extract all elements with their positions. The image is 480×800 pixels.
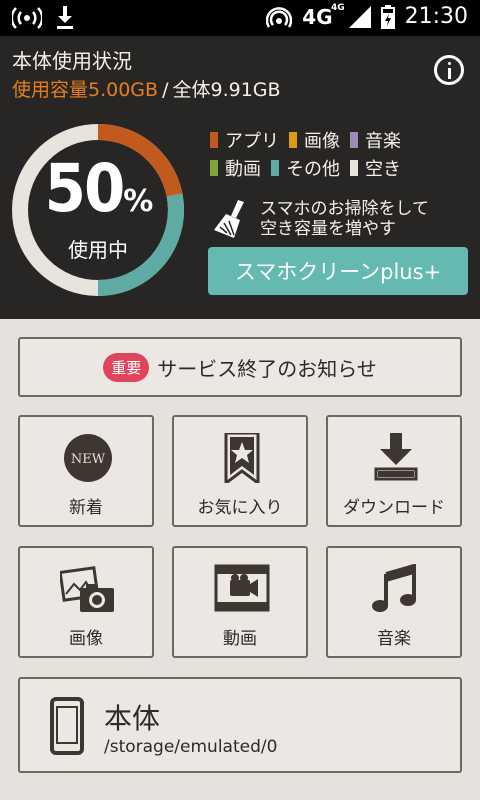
phone-icon — [50, 697, 84, 755]
storage-path: /storage/emulated/0 — [104, 737, 278, 757]
notice-text: サービス終了のお知らせ — [157, 356, 377, 381]
legend-other: その他 — [271, 155, 340, 181]
download-status-icon — [57, 6, 73, 29]
clean-note-line1: スマホのお掃除をして — [260, 199, 429, 219]
tile-images[interactable]: 画像 — [18, 546, 154, 658]
tile-label: 新着 — [69, 498, 103, 518]
bookmark-star-icon — [224, 433, 260, 483]
total-capacity: 全体9.91GB — [172, 79, 281, 101]
legend-apps: アプリ — [210, 127, 279, 153]
legend-video: 動画 — [210, 155, 261, 181]
info-icon[interactable] — [434, 55, 464, 85]
legend-images: 画像 — [289, 127, 340, 153]
tile-download[interactable]: ダウンロード — [326, 415, 462, 527]
smartphone-cleaner-button[interactable]: スマホクリーンplus+ — [208, 247, 468, 295]
network-type: 4G 4G — [302, 2, 345, 29]
usage-caption: 使用中 — [68, 238, 128, 262]
tile-new[interactable]: NEW 新着 — [18, 415, 154, 527]
usage-percent: 50% — [44, 150, 154, 227]
broom-icon — [214, 200, 244, 238]
clean-note-line2: 空き容量を増やす — [260, 219, 396, 239]
svg-text:NEW: NEW — [71, 452, 106, 467]
tile-videos[interactable]: 動画 — [172, 546, 308, 658]
important-badge: 重要 — [103, 352, 150, 382]
legend-free: 空き — [350, 155, 401, 181]
tile-music[interactable]: 音楽 — [326, 546, 462, 658]
new-icon: NEW — [64, 434, 112, 482]
music-note-icon — [372, 564, 416, 612]
internal-storage-item[interactable]: 本体 /storage/emulated/0 — [18, 677, 462, 773]
usage-line: 使用容量5.00GB / 全体9.91GB — [12, 75, 281, 102]
storage-summary-panel: 本体使用状況 使用容量5.00GB / 全体9.91GB 50% 使用中 アプリ 画… — [0, 36, 480, 319]
photo-camera-icon — [60, 566, 114, 612]
hotspot-icon — [12, 7, 42, 29]
storage-name: 本体 — [104, 702, 161, 735]
tile-label: ダウンロード — [343, 498, 445, 518]
clock: 21:30 — [404, 4, 468, 29]
clean-note: スマホのお掃除をして 空き容量を増やす — [210, 198, 429, 240]
used-capacity: 使用容量5.00GB — [12, 79, 159, 101]
page-title: 本体使用状況 — [12, 49, 132, 73]
signal-icon — [348, 5, 371, 28]
legend-music: 音楽 — [350, 127, 401, 153]
chart-legend: アプリ 画像 音楽 動画 その他 空き — [210, 126, 411, 182]
tile-label: 音楽 — [377, 629, 411, 649]
usage-separator: / — [162, 79, 169, 101]
donut-center: 50% 使用中 — [10, 122, 186, 298]
video-film-icon — [214, 564, 270, 612]
download-icon — [374, 433, 418, 481]
service-end-notice-button[interactable]: 重要 サービス終了のお知らせ — [18, 337, 462, 397]
wifi-ap-icon — [266, 6, 293, 28]
tile-label: 画像 — [69, 629, 103, 649]
tile-label: お気に入り — [197, 498, 283, 518]
tile-label: 動画 — [223, 629, 257, 649]
tile-favorites[interactable]: お気に入り — [172, 415, 308, 527]
status-bar: 4G 4G 21:30 — [0, 0, 480, 36]
battery-icon — [380, 4, 395, 29]
